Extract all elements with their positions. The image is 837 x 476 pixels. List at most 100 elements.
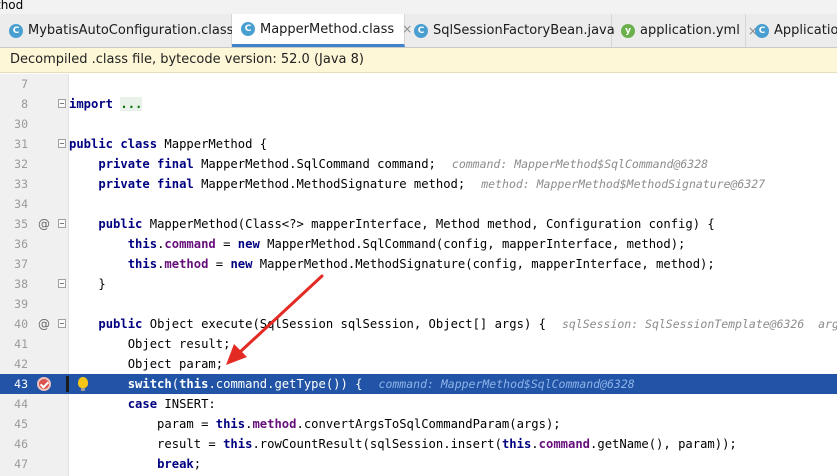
- tab-mapper-method[interactable]: C MapperMethod.class ×: [232, 14, 412, 47]
- tab-label: MapperMethod.class: [260, 21, 395, 37]
- line-number: 7: [21, 77, 28, 91]
- keyword-token: switch: [127, 377, 172, 391]
- fold-toggle-icon[interactable]: [58, 99, 66, 108]
- code-text[interactable]: public class MapperMethod {: [69, 134, 267, 154]
- code-line-34[interactable]: 34: [0, 194, 837, 214]
- line-number: 39: [14, 297, 28, 311]
- code-token: Object param;: [69, 357, 224, 371]
- code-text[interactable]: import ...: [69, 94, 143, 114]
- keyword-token: public class: [69, 137, 158, 151]
- keyword-token: private final: [98, 177, 194, 191]
- editor-tab-bar: C MybatisAutoConfiguration.class × C Map…: [0, 14, 837, 48]
- code-token: .command.getType()) {: [208, 377, 363, 391]
- code-line-36[interactable]: 36 this.command = new MapperMethod.SqlCo…: [0, 234, 837, 254]
- breakpoint-icon[interactable]: [37, 377, 51, 391]
- code-line-39[interactable]: 39: [0, 294, 837, 314]
- code-token: .getName(), param));: [590, 437, 737, 451]
- code-token: MapperMethod.SqlCommand command;: [193, 157, 436, 171]
- code-line-46[interactable]: 46 result = this.rowCountResult(sqlSessi…: [0, 434, 837, 454]
- code-token: MapperMethod.MethodSignature method;: [193, 177, 466, 191]
- fold-toggle-icon[interactable]: [58, 319, 66, 328]
- code-line-43[interactable]: 43 switch(this.command.getType()) {comma…: [0, 374, 837, 394]
- code-token: Object execute(SqlSession sqlSession, Ob…: [142, 317, 546, 331]
- override-marker-icon[interactable]: @: [38, 314, 50, 334]
- code-line-32[interactable]: 32 private final MapperMethod.SqlCommand…: [0, 154, 837, 174]
- line-number: 32: [14, 157, 28, 171]
- code-text[interactable]: public Object execute(SqlSession sqlSess…: [69, 314, 837, 334]
- code-token: result =: [69, 437, 224, 451]
- code-token: MapperMethod {: [157, 137, 268, 151]
- tab-sql-session-factory-bean[interactable]: C SqlSessionFactoryBean.java ×: [405, 14, 633, 47]
- code-line-7[interactable]: 7: [0, 74, 837, 94]
- code-text[interactable]: result = this.rowCountResult(sqlSession.…: [69, 434, 737, 454]
- code-line-8[interactable]: 8 import ...: [0, 94, 837, 114]
- code-text[interactable]: break;: [69, 454, 201, 474]
- code-token: MapperMethod.SqlCommand(config, mapperIn…: [259, 237, 686, 251]
- class-file-icon: C: [9, 23, 23, 38]
- code-line-41[interactable]: 41 Object result;: [0, 334, 837, 354]
- keyword-token: case: [127, 397, 158, 411]
- code-text[interactable]: private final MapperMethod.MethodSignatu…: [69, 174, 765, 194]
- fold-toggle-icon[interactable]: [58, 219, 66, 228]
- keyword-token: this: [127, 257, 158, 271]
- code-text[interactable]: case INSERT:: [69, 394, 216, 414]
- keyword-token: new: [230, 257, 253, 271]
- code-line-31[interactable]: 31 public class MapperMethod {: [0, 134, 837, 154]
- code-token: }: [69, 277, 106, 291]
- line-number: 38: [14, 277, 28, 291]
- code-text[interactable]: param = this.method.convertArgsToSqlComm…: [69, 414, 561, 434]
- fold-toggle-icon[interactable]: [58, 279, 66, 288]
- line-number: 8: [21, 97, 28, 111]
- code-line-44[interactable]: 44 case INSERT:: [0, 394, 837, 414]
- code-text[interactable]: }: [69, 274, 106, 294]
- line-number: 45: [14, 417, 28, 431]
- line-number: 42: [14, 357, 28, 371]
- tab-application-yml[interactable]: y application.yml ×: [612, 14, 758, 47]
- tab-application[interactable]: C Application: [746, 14, 837, 47]
- line-number: 44: [14, 397, 28, 411]
- code-line-40[interactable]: 40 @ public Object execute(SqlSession sql…: [0, 314, 837, 334]
- code-line-33[interactable]: 33 private final MapperMethod.MethodSign…: [0, 174, 837, 194]
- code-line-47[interactable]: 47 break;: [0, 454, 837, 474]
- code-text[interactable]: Object param;: [69, 354, 223, 374]
- code-text[interactable]: this.command = new MapperMethod.SqlComma…: [69, 234, 686, 254]
- class-file-icon: C: [241, 22, 255, 36]
- keyword-token: new: [237, 237, 260, 251]
- line-number: 47: [14, 457, 28, 471]
- code-line-37[interactable]: 37 this.method = new MapperMethod.Method…: [0, 254, 837, 274]
- code-line-35[interactable]: 35 @ public MapperMethod(Class<?> mapperI…: [0, 214, 837, 234]
- line-number: 35: [14, 217, 28, 231]
- tab-label: Application: [774, 23, 837, 38]
- override-marker-icon[interactable]: @: [38, 214, 50, 234]
- code-text[interactable]: public MapperMethod(Class<?> mapperInter…: [69, 214, 715, 234]
- code-token: MapperMethod.MethodSignature(config, map…: [252, 257, 715, 271]
- keyword-token: this: [223, 437, 253, 451]
- code-text[interactable]: private final MapperMethod.SqlCommand co…: [69, 154, 708, 174]
- code-text[interactable]: switch(this.command.getType()) {command:…: [69, 374, 635, 394]
- code-token: param =: [69, 417, 216, 431]
- code-text[interactable]: this.method = new MapperMethod.MethodSig…: [69, 254, 715, 274]
- tab-mybatis-auto-configuration[interactable]: C MybatisAutoConfiguration.class ×: [0, 14, 251, 47]
- keyword-token: import: [69, 97, 114, 111]
- fold-toggle-icon[interactable]: [58, 139, 66, 148]
- keyword-token: public: [98, 217, 143, 231]
- folded-import-token: ...: [120, 97, 143, 111]
- keyword-token: this: [127, 237, 158, 251]
- code-text[interactable]: Object result;: [69, 334, 231, 354]
- code-token: MapperMethod(Class<?> mapperInterface, M…: [142, 217, 715, 231]
- code-line-42[interactable]: 42 Object param;: [0, 354, 837, 374]
- keyword-token: private final: [98, 157, 194, 171]
- line-number: 33: [14, 177, 28, 191]
- field-token: command: [538, 437, 591, 451]
- code-line-30[interactable]: 30: [0, 114, 837, 134]
- tab-label: application.yml: [640, 23, 740, 38]
- code-token: Object result;: [69, 337, 231, 351]
- line-number: 37: [14, 257, 28, 271]
- code-line-45[interactable]: 45 param = this.method.convertArgsToSqlC…: [0, 414, 837, 434]
- code-line-38[interactable]: 38 }: [0, 274, 837, 294]
